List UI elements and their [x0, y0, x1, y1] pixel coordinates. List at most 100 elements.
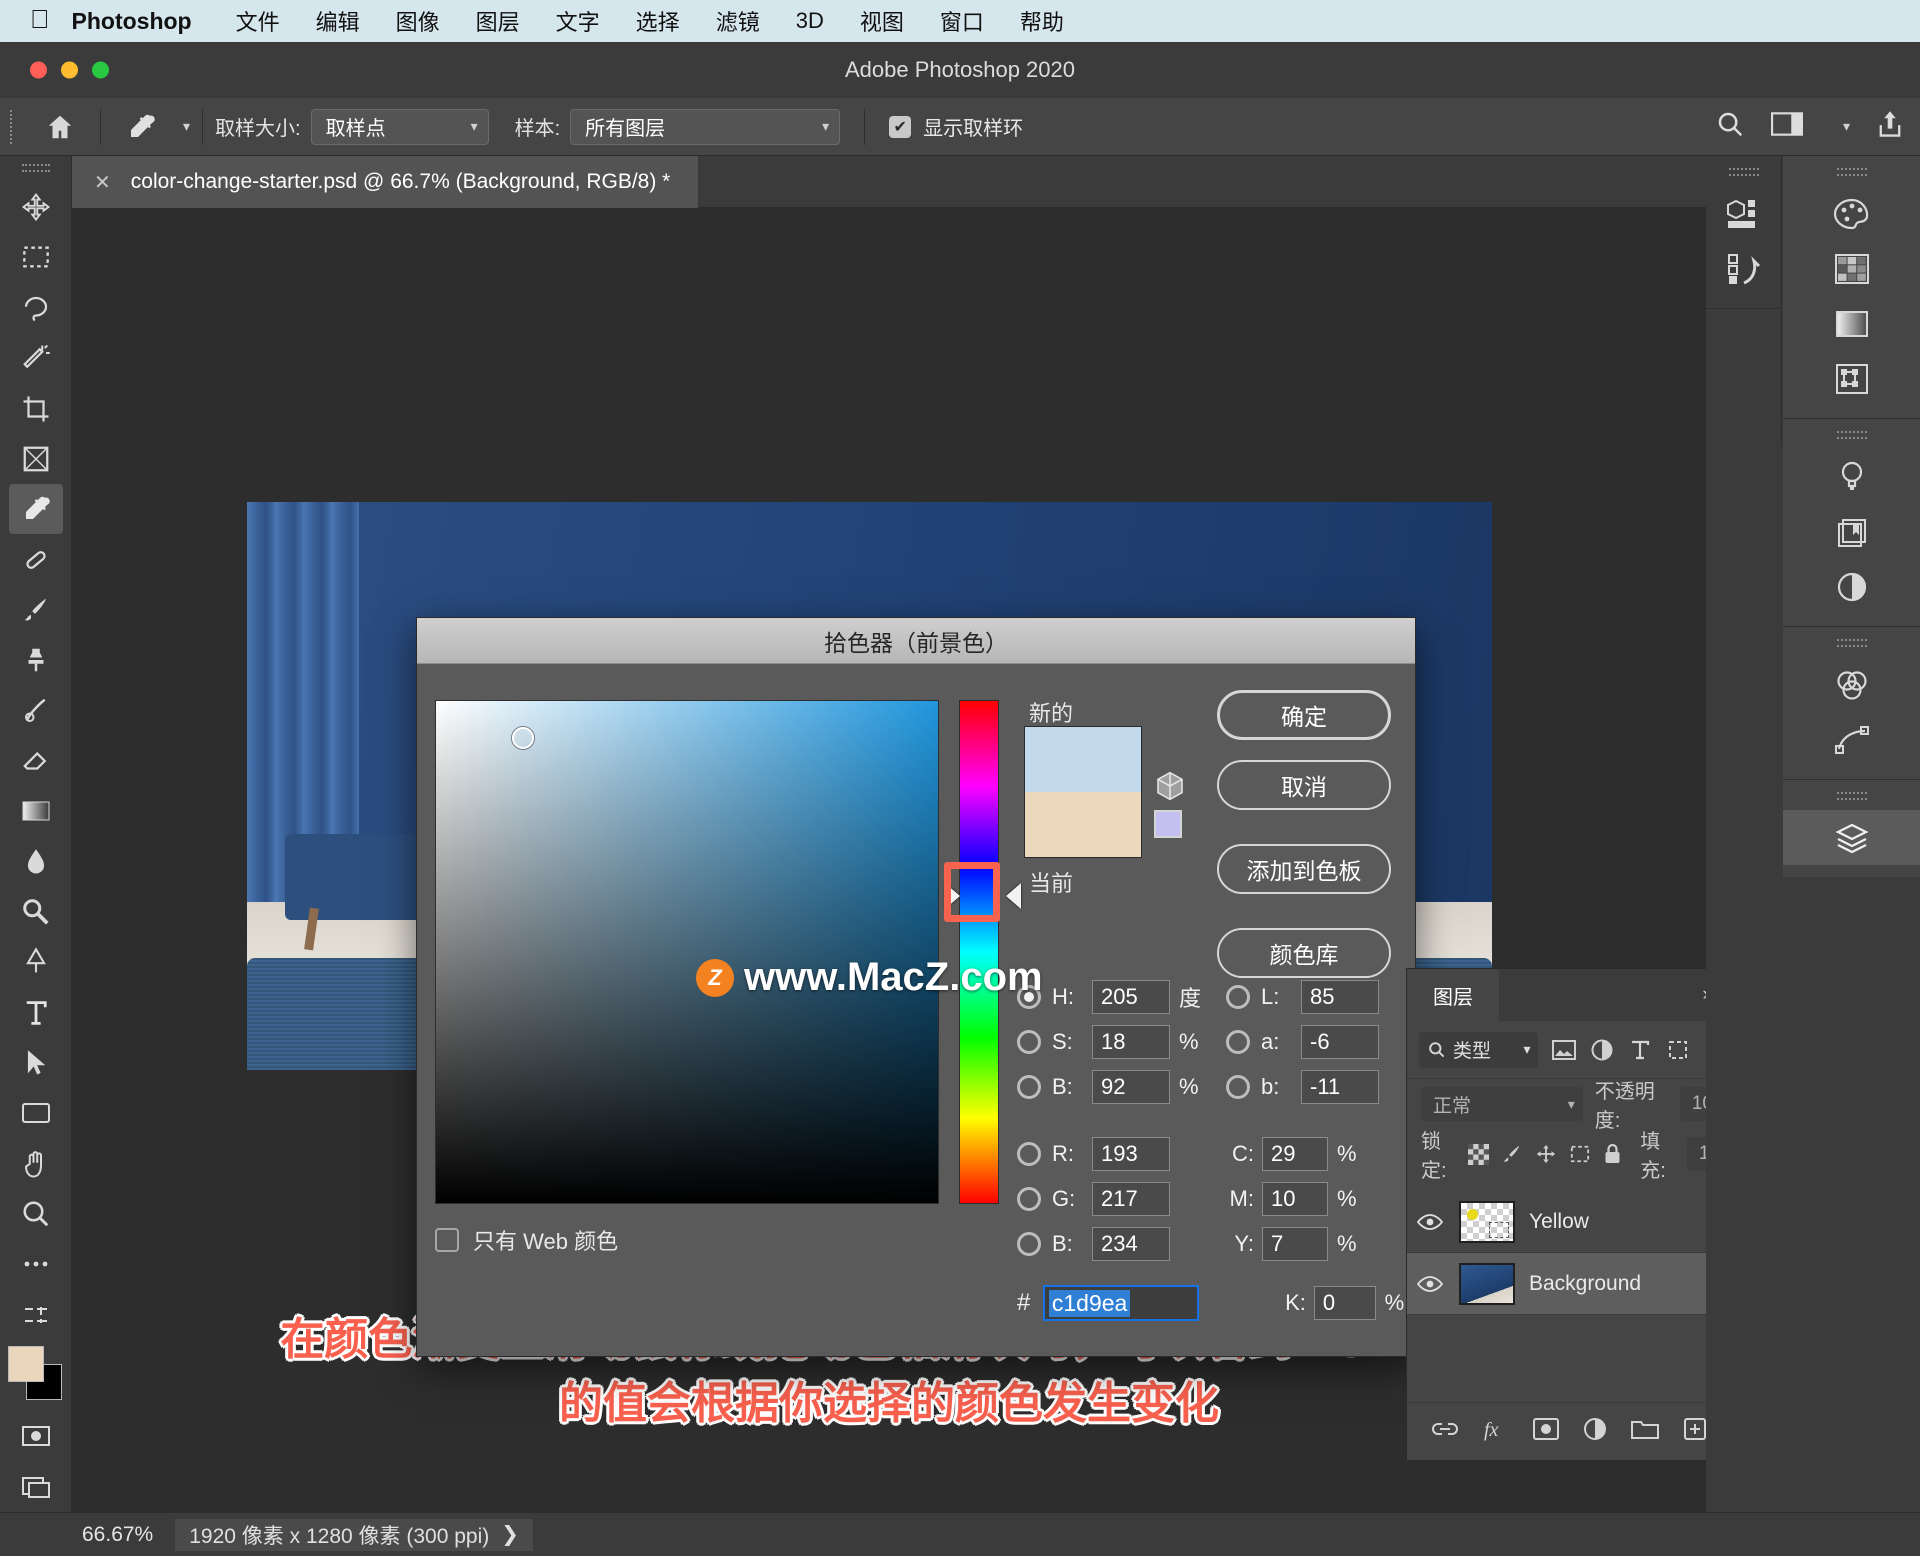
more-tools-icon[interactable] — [9, 1239, 63, 1289]
spot-healing-icon[interactable] — [9, 534, 63, 584]
move-icon[interactable] — [9, 182, 63, 232]
input-s[interactable]: 18 — [1092, 1024, 1170, 1059]
swatches-panel-icon[interactable] — [1783, 241, 1920, 296]
add-to-swatches-button[interactable]: 添加到色板 — [1217, 844, 1391, 894]
tab-layers[interactable]: 图层 — [1407, 969, 1499, 1021]
dodge-icon[interactable] — [9, 887, 63, 937]
radio-r[interactable] — [1017, 1141, 1041, 1166]
menu-item-view[interactable]: 视图 — [842, 5, 922, 37]
input-y[interactable]: 7 — [1262, 1226, 1328, 1261]
color-libraries-button[interactable]: 颜色库 — [1217, 928, 1391, 978]
frame-icon[interactable] — [9, 434, 63, 484]
sample-size-select[interactable]: 取样点 ▾ — [310, 108, 489, 145]
input-m[interactable]: 10 — [1262, 1181, 1328, 1216]
menu-item-select[interactable]: 选择 — [618, 5, 698, 37]
window-controls[interactable] — [30, 61, 109, 79]
adjustment-layer-icon[interactable] — [1583, 1417, 1607, 1446]
menu-item-image[interactable]: 图像 — [378, 5, 458, 37]
edit-toolbar-icon[interactable] — [9, 1290, 63, 1340]
cancel-button[interactable]: 取消 — [1217, 760, 1391, 810]
radio-a[interactable] — [1226, 1029, 1250, 1054]
search-icon[interactable] — [1715, 109, 1745, 144]
field-row-r[interactable]: R: 193 C: 29 % — [1017, 1131, 1417, 1176]
type-layer-icon[interactable] — [1627, 1037, 1652, 1063]
adjustments-panel-icon[interactable] — [1783, 449, 1920, 504]
current-color-swatch[interactable] — [1025, 792, 1141, 857]
eyedropper-icon[interactable] — [113, 107, 169, 147]
type-icon[interactable] — [9, 987, 63, 1037]
gradients-panel-icon[interactable] — [1783, 296, 1920, 351]
lock-position-icon[interactable] — [1535, 1141, 1557, 1167]
document-tab[interactable]: ✕ color-change-starter.psd @ 66.7% (Back… — [72, 156, 699, 208]
radio-b-brightness[interactable] — [1017, 1074, 1041, 1099]
input-r[interactable]: 193 — [1092, 1136, 1170, 1171]
input-k[interactable]: 0 — [1313, 1286, 1376, 1320]
field-row-g[interactable]: G: 217 M: 10 % — [1017, 1176, 1417, 1221]
adjustment-layer-icon[interactable] — [1589, 1037, 1614, 1063]
paths-panel-icon[interactable] — [1783, 712, 1920, 767]
minimize-window-button[interactable] — [61, 61, 78, 79]
menu-item-file[interactable]: 文件 — [218, 5, 298, 37]
menu-item-edit[interactable]: 编辑 — [298, 5, 378, 37]
field-row-b-blue[interactable]: B: 234 Y: 7 % — [1017, 1221, 1417, 1266]
eye-icon[interactable] — [1415, 1275, 1445, 1293]
sample-select[interactable]: 所有图层 ▾ — [570, 108, 841, 145]
zoom-level[interactable]: 66.67% — [20, 1523, 175, 1547]
web-colors-only-checkbox[interactable]: 只有 Web 颜色 — [435, 1224, 618, 1256]
options-bar-grip[interactable] — [10, 109, 20, 144]
layer-thumbnail-yellow[interactable] — [1459, 1200, 1515, 1243]
radio-b-blue[interactable] — [1017, 1231, 1041, 1256]
input-b-brightness[interactable]: 92 — [1092, 1069, 1170, 1104]
lock-all-icon[interactable] — [1603, 1141, 1623, 1167]
magic-wand-icon[interactable] — [9, 333, 63, 383]
color-field-marker[interactable] — [512, 727, 534, 749]
radio-b-lab[interactable] — [1226, 1074, 1250, 1099]
properties-panel-icon[interactable] — [1783, 559, 1920, 614]
clone-stamp-icon[interactable] — [9, 635, 63, 685]
apple-icon[interactable]:  — [20, 6, 72, 36]
hex-field-row[interactable]: # c1d9ea K: 0 % — [1017, 1280, 1417, 1326]
zoom-icon[interactable] — [9, 1189, 63, 1239]
menu-item-window[interactable]: 窗口 — [922, 5, 1002, 37]
close-icon[interactable]: ✕ — [94, 170, 111, 195]
tool-preset-chevron-down-icon[interactable]: ▾ — [183, 118, 190, 135]
shape-layer-icon[interactable] — [1665, 1037, 1690, 1063]
quick-mask-icon[interactable] — [9, 1411, 63, 1461]
new-layer-icon[interactable] — [1683, 1417, 1707, 1446]
hue-slider-handle-right[interactable] — [1006, 883, 1021, 909]
saturation-brightness-field[interactable] — [435, 700, 939, 1204]
color-panel-icon[interactable] — [1783, 186, 1920, 241]
color-preview-swatches[interactable] — [1024, 726, 1142, 858]
rail-grip[interactable] — [1836, 168, 1867, 176]
rectangle-icon[interactable] — [9, 1088, 63, 1138]
input-c[interactable]: 29 — [1262, 1136, 1328, 1171]
3d-panel-icon[interactable] — [1706, 186, 1781, 241]
menu-item-3d[interactable]: 3D — [778, 8, 842, 34]
screen-mode-icon[interactable] — [9, 1461, 63, 1511]
input-g[interactable]: 217 — [1092, 1181, 1170, 1216]
libraries-panel-icon[interactable] — [1783, 504, 1920, 559]
web-safe-cube-icon[interactable] — [1154, 770, 1186, 802]
field-row-b-brightness[interactable]: B: 92 % b: -11 — [1017, 1064, 1417, 1109]
history-brush-icon[interactable] — [9, 685, 63, 735]
blend-mode-select[interactable]: 正常 ▾ — [1421, 1087, 1583, 1121]
lock-pixels-icon[interactable] — [1501, 1141, 1523, 1167]
foreground-background-color-swatches[interactable] — [7, 1345, 64, 1401]
close-window-button[interactable] — [30, 61, 47, 79]
rail-grip[interactable] — [1836, 639, 1867, 647]
canvas[interactable]: 在颜色渐变上滑动鼠标或拖动色相滑块时，可以看到 HSB 框中 的值会根据你选择的… — [72, 208, 1778, 1512]
foreground-color-swatch[interactable] — [7, 1345, 44, 1382]
chevron-right-icon[interactable]: ❯ — [501, 1522, 519, 1547]
eye-icon[interactable] — [1415, 1213, 1445, 1231]
input-b-lab[interactable]: -11 — [1301, 1069, 1379, 1104]
menu-item-type[interactable]: 文字 — [538, 5, 618, 37]
pixel-layer-icon[interactable] — [1551, 1037, 1576, 1063]
brush-icon[interactable] — [9, 585, 63, 635]
lasso-icon[interactable] — [9, 283, 63, 333]
blur-icon[interactable] — [9, 836, 63, 886]
rail-grip[interactable] — [1836, 792, 1867, 800]
chevron-down-icon[interactable]: ▾ — [1843, 118, 1850, 135]
hue-slider[interactable] — [959, 700, 999, 1204]
menu-app-name[interactable]: Photoshop — [72, 8, 218, 35]
channels-panel-icon[interactable] — [1783, 657, 1920, 712]
